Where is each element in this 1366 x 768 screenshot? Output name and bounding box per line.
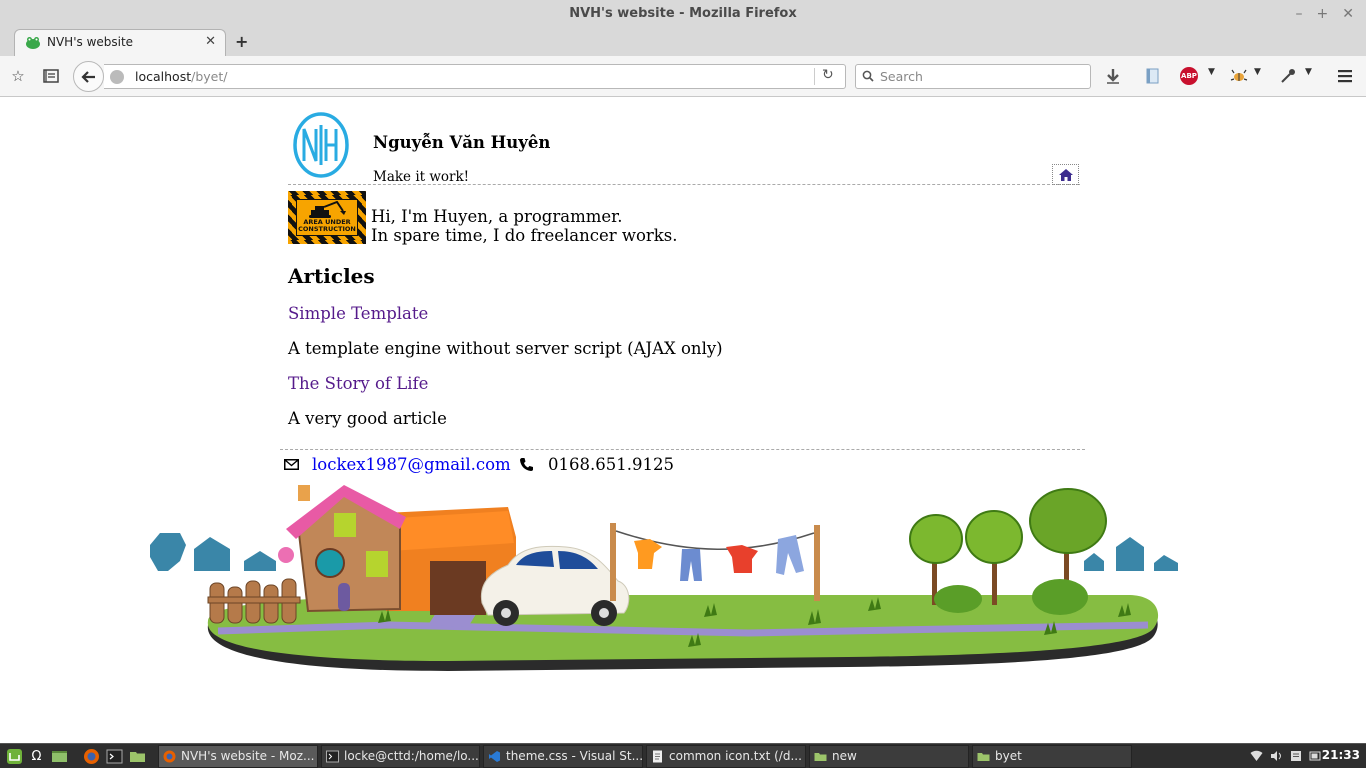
reading-list-icon[interactable]	[42, 67, 60, 85]
article-description: A template engine without server script …	[288, 339, 723, 358]
taskbar-window-terminal[interactable]: locke@cttd:/home/lo...	[321, 745, 480, 768]
taskbar-window-label: NVH's website - Moz...	[181, 749, 315, 763]
eyedropper-icon[interactable]	[1279, 67, 1297, 85]
article-link-simple-template[interactable]: Simple Template	[288, 304, 428, 323]
under-construction-badge: AREA UNDER CONSTRUCTION	[288, 191, 366, 244]
clock[interactable]: 21:33	[1322, 748, 1360, 762]
window-titlebar: NVH's website - Mozilla Firefox – + ✕	[0, 0, 1366, 28]
taskbar-window-label: locke@cttd:/home/lo...	[344, 749, 479, 763]
page-content: Nguyễn Văn Huyên Make it work! AREA UNDE…	[0, 97, 1366, 743]
taskbar-window-firefox[interactable]: NVH's website - Moz...	[158, 745, 318, 768]
taskbar-window-label: theme.css - Visual St...	[506, 749, 643, 763]
taskbar-window-label: byet	[995, 749, 1022, 763]
maximize-icon[interactable]: +	[1317, 0, 1329, 28]
wifi-icon[interactable]	[1250, 750, 1263, 762]
article-link-story-of-life[interactable]: The Story of Life	[288, 374, 428, 393]
construction-line-2: CONSTRUCTION	[298, 225, 356, 233]
footer-divider	[280, 449, 1085, 450]
taskbar-window-folder-byet[interactable]: byet	[972, 745, 1132, 768]
tab-bar: NVH's website ✕ +	[0, 28, 1366, 56]
url-path: /byet/	[191, 69, 228, 84]
taskbar-window-label: new	[832, 749, 857, 763]
url-separator	[814, 68, 815, 85]
taskbar-window-text-editor[interactable]: common icon.txt (/d...	[646, 745, 806, 768]
intro-line-1: Hi, I'm Huyen, a programmer.	[371, 207, 623, 226]
notes-icon[interactable]	[1290, 750, 1303, 762]
firefox-launcher-icon[interactable]	[83, 748, 100, 765]
files-launcher-icon[interactable]	[129, 748, 146, 765]
hamburger-menu-icon[interactable]	[1336, 67, 1354, 85]
vscode-icon	[489, 751, 500, 762]
search-icon	[862, 70, 874, 82]
home-icon	[1058, 168, 1073, 181]
bookmark-star-icon[interactable]: ☆	[9, 67, 27, 85]
phone-icon	[520, 458, 533, 471]
articles-heading: Articles	[288, 264, 375, 288]
firebug-dropdown-icon[interactable]: ▼	[1254, 67, 1261, 77]
intro-line-2: In spare time, I do freelancer works.	[371, 226, 678, 245]
tab-nvh-website[interactable]: NVH's website ✕	[14, 29, 226, 56]
show-desktop-icon[interactable]	[51, 748, 68, 765]
close-tab-icon[interactable]: ✕	[205, 34, 216, 49]
article-description: A very good article	[288, 409, 447, 428]
terminal-icon	[326, 750, 339, 763]
site-header: Nguyễn Văn Huyên Make it work!	[288, 109, 1080, 185]
character-map-icon[interactable]: Ω	[28, 748, 45, 765]
new-tab-icon[interactable]: +	[235, 32, 248, 51]
firefox-icon	[163, 750, 176, 763]
site-tagline: Make it work!	[373, 169, 470, 185]
frog-favicon-icon	[26, 37, 40, 49]
url-host: localhost	[135, 69, 192, 84]
desktop-taskbar: Ω NVH's website - Moz... locke@cttd:/hom…	[0, 743, 1366, 768]
excavator-icon	[309, 201, 346, 218]
adblock-plus-icon[interactable]: ABP	[1180, 67, 1198, 85]
taskbar-window-vscode[interactable]: theme.css - Visual St...	[483, 745, 643, 768]
globe-icon	[110, 70, 124, 84]
folder-icon	[814, 753, 827, 761]
construction-text: AREA UNDER CONSTRUCTION	[298, 219, 356, 233]
download-icon[interactable]	[1104, 67, 1122, 85]
taskbar-window-label: common icon.txt (/d...	[669, 749, 802, 763]
minimize-icon[interactable]: –	[1296, 0, 1303, 28]
phone-number: 0168.651.9125	[548, 455, 674, 474]
back-button[interactable]	[73, 61, 104, 92]
site-name: Nguyễn Văn Huyên	[373, 133, 551, 152]
volume-icon[interactable]	[1270, 750, 1283, 762]
construction-sign: AREA UNDER CONSTRUCTION	[296, 199, 358, 236]
url-text[interactable]: localhost/byet/	[135, 69, 227, 84]
envelope-icon	[284, 459, 299, 470]
close-window-icon[interactable]: ✕	[1342, 0, 1354, 28]
firebug-icon[interactable]	[1230, 67, 1248, 85]
folder-icon	[977, 753, 990, 761]
intro-text: Hi, I'm Huyen, a programmer. In spare ti…	[371, 207, 678, 245]
search-bar[interactable]: Search	[855, 64, 1091, 89]
url-bar[interactable]: localhost/byet/ ↻	[104, 64, 846, 89]
nvh-logo-icon[interactable]	[292, 111, 350, 179]
taskbar-window-folder-new[interactable]: new	[809, 745, 969, 768]
window-title: NVH's website - Mozilla Firefox	[569, 6, 797, 21]
email-link[interactable]: lockex1987@gmail.com	[312, 455, 511, 474]
mint-menu-icon[interactable]	[6, 748, 23, 765]
pocket-icon[interactable]	[1143, 67, 1161, 85]
navigation-toolbar: ☆ localhost/byet/ ↻ Search ABP ▼ ▼ ▼	[0, 56, 1366, 97]
eyedropper-dropdown-icon[interactable]: ▼	[1305, 67, 1312, 77]
search-input[interactable]: Search	[880, 69, 923, 84]
back-arrow-icon	[80, 70, 95, 83]
tab-title: NVH's website	[47, 35, 134, 49]
home-button[interactable]	[1052, 164, 1079, 185]
reload-icon[interactable]: ↻	[822, 67, 834, 83]
terminal-launcher-icon[interactable]	[106, 748, 123, 765]
battery-icon[interactable]	[1309, 750, 1322, 762]
window-controls: – + ✕	[1296, 0, 1354, 28]
adblock-dropdown-icon[interactable]: ▼	[1208, 67, 1215, 77]
house-and-car-illustration	[150, 485, 1178, 671]
text-file-icon	[653, 750, 662, 763]
